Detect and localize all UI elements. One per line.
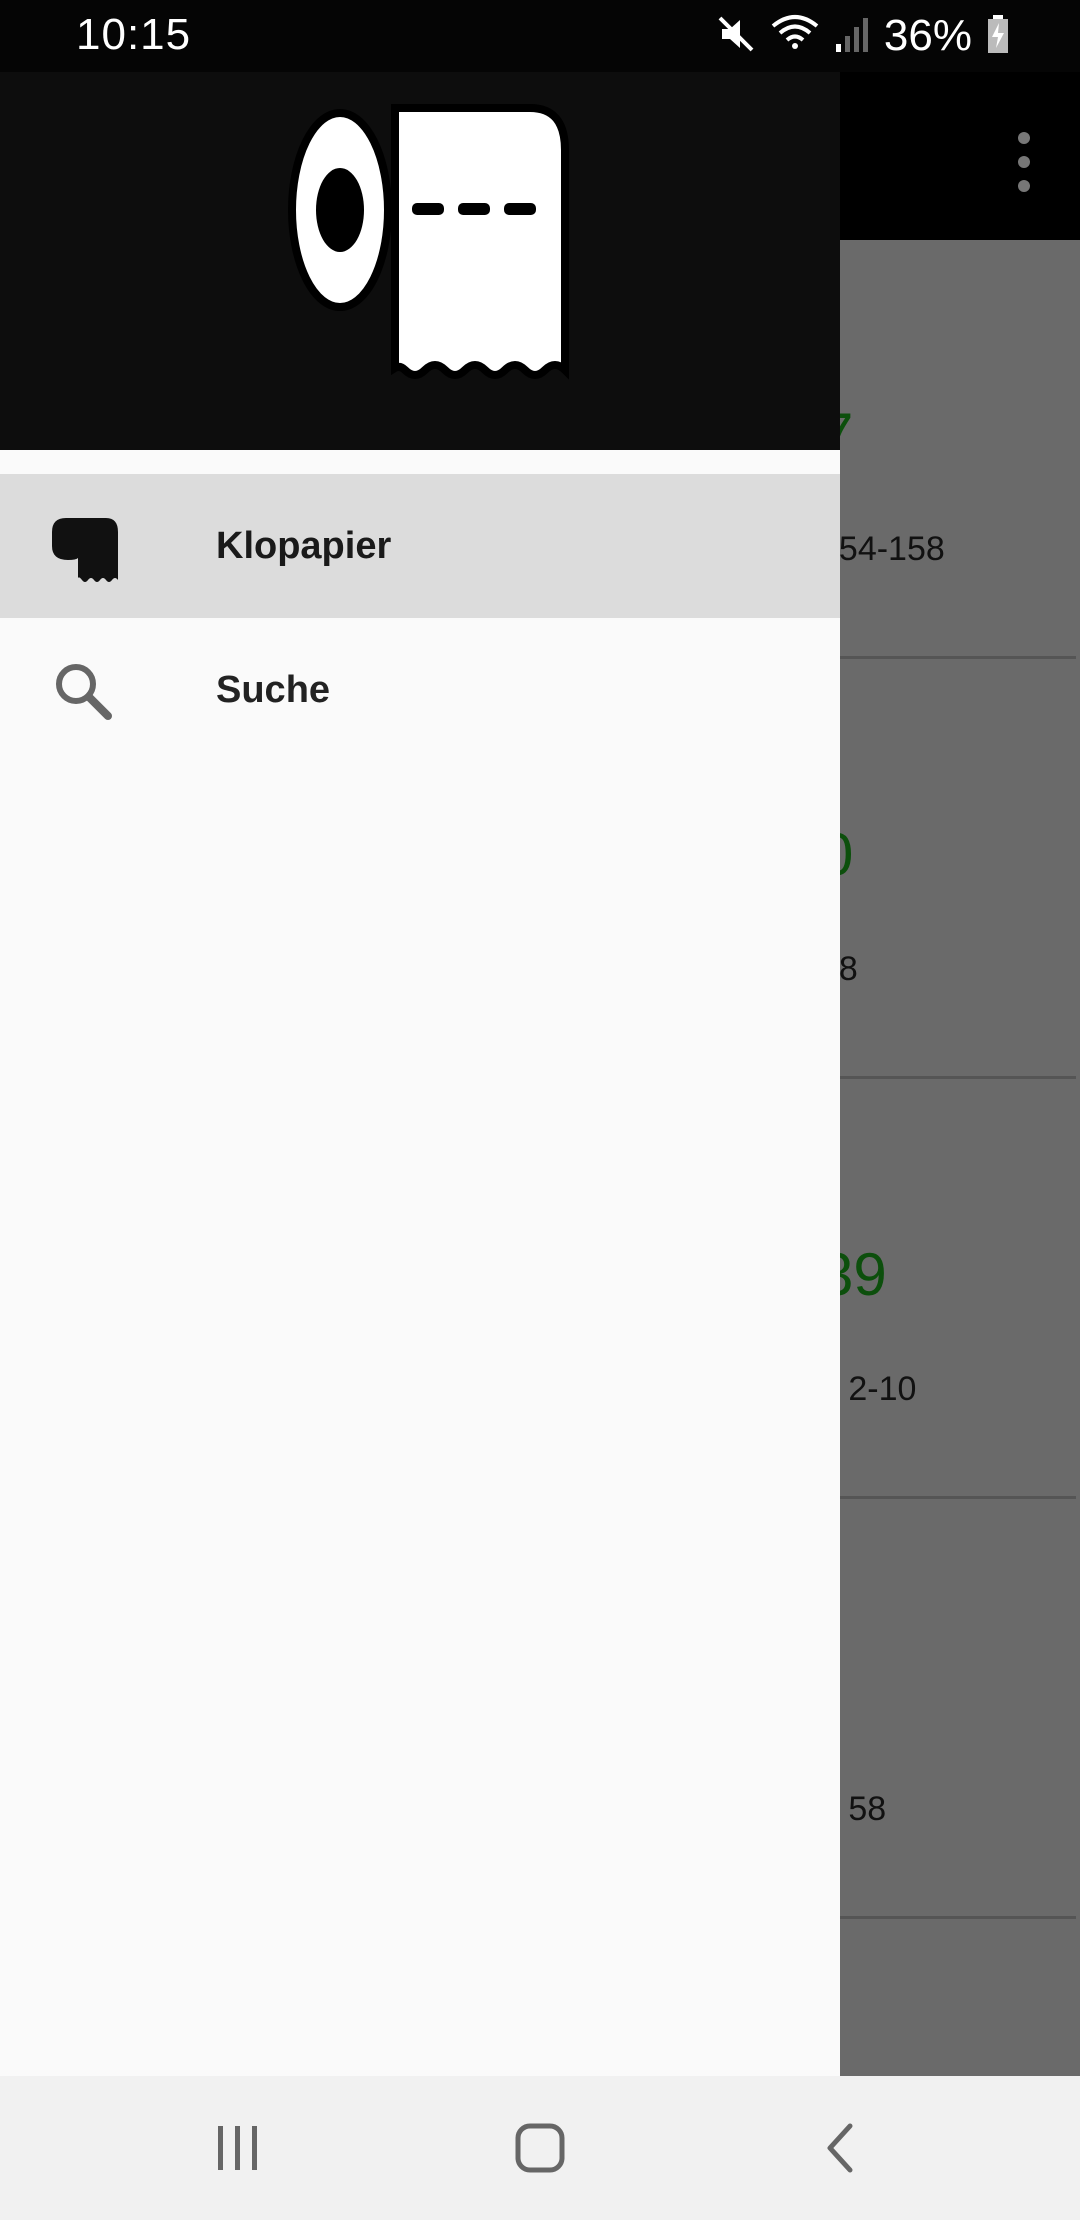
toilet-paper-icon — [50, 514, 120, 584]
drawer-item-suche[interactable]: Suche — [0, 618, 840, 762]
home-button[interactable] — [500, 2116, 580, 2180]
toilet-paper-logo — [280, 90, 580, 395]
search-icon — [50, 658, 120, 728]
back-button[interactable] — [802, 2116, 882, 2180]
battery-percent: 36% — [883, 11, 972, 60]
status-bar: 10:15 36% — [0, 0, 1080, 72]
drawer-item-label: Klopapier — [216, 524, 392, 567]
battery-charging-icon — [986, 14, 1010, 59]
overflow-menu-icon[interactable] — [1012, 132, 1036, 192]
mute-icon — [716, 14, 756, 59]
status-icons: 36% — [716, 10, 1010, 62]
drawer-item-klopapier[interactable]: Klopapier — [0, 474, 840, 618]
status-time: 10:15 — [76, 10, 192, 59]
wifi-icon — [770, 14, 820, 59]
drawer-header — [0, 72, 840, 450]
signal-icon — [834, 14, 870, 59]
recent-apps-button[interactable] — [198, 2116, 278, 2180]
drawer-item-label: Suche — [216, 668, 331, 711]
system-nav-bar — [0, 2076, 1080, 2220]
navigation-drawer: Klopapier Suche — [0, 0, 840, 2076]
